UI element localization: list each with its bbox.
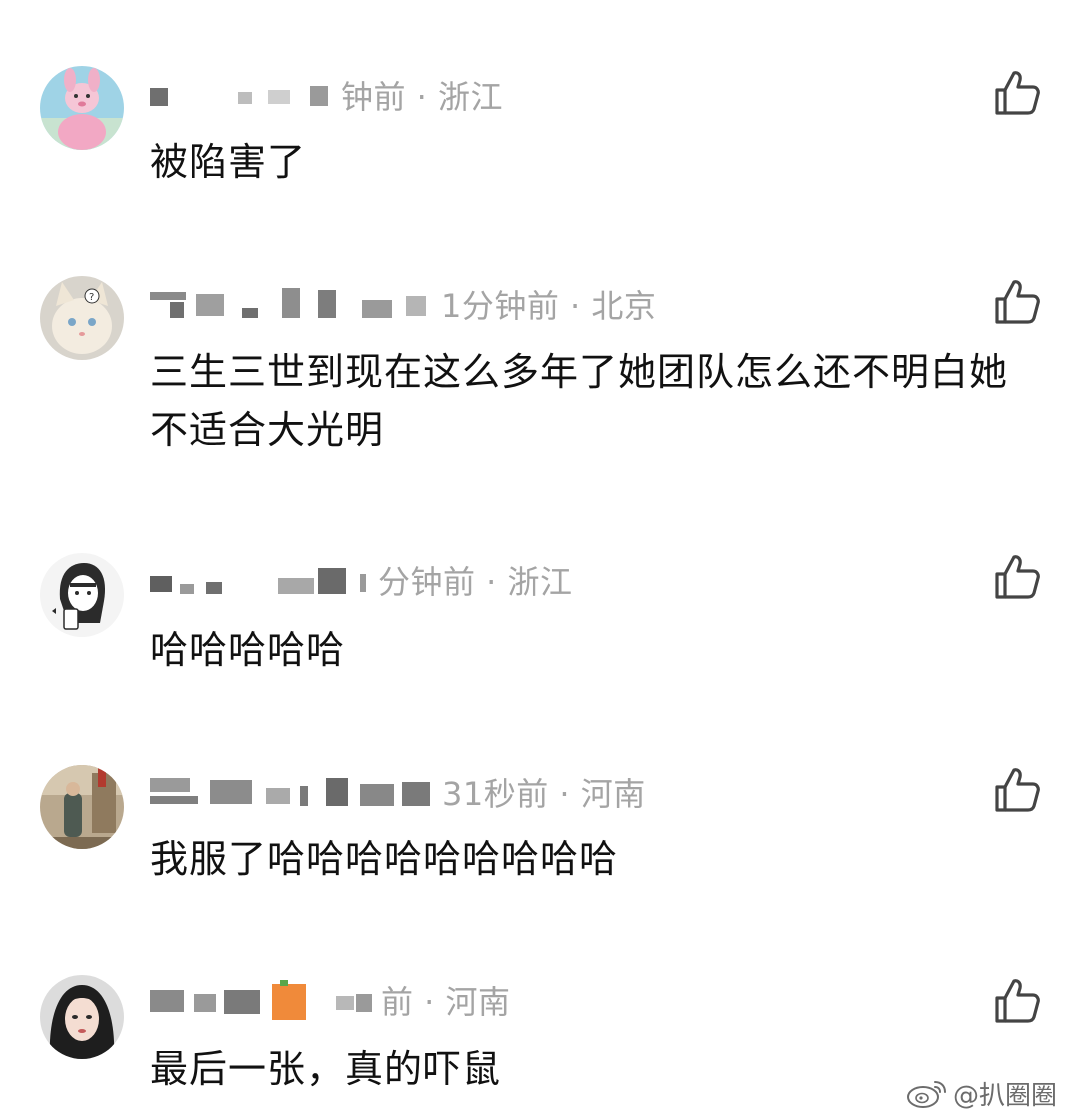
comment-meta: 分钟前 · 浙江 [150,558,573,602]
comment-time-location: 1分钟前 · 北京 [441,287,657,325]
comment-text: 三生三世到现在这么多年了她团队怎么还不明白她不适合大光明 [150,350,1009,452]
avatar[interactable] [40,553,124,637]
blurred-username [150,80,335,110]
comment-time-location: 分钟前 · 浙江 [378,563,573,601]
thumbs-up-icon [995,555,1040,599]
thumbs-up-icon [995,280,1040,324]
avatar[interactable] [40,765,124,849]
thumbs-up-icon [995,979,1040,1023]
blurred-username [150,980,375,1020]
like-button[interactable] [992,552,1042,602]
svg-text:?: ? [89,292,94,303]
comment-time-location: 钟前 · 浙江 [341,78,504,116]
like-button[interactable] [992,765,1042,815]
comment-text: 被陷害了 [150,140,307,184]
blurred-username [150,286,435,322]
weibo-logo-icon [907,1081,946,1108]
blurred-username [150,562,372,598]
avatar[interactable] [40,975,124,1059]
comment-meta: 钟前 · 浙江 [150,73,503,117]
watermark-text: @扒圈圈 [953,1080,1058,1111]
watermark: @扒圈圈 [905,1075,1057,1111]
comment-text: 哈哈哈哈哈 [150,628,346,672]
comment-meta: 31秒前 · 河南 [150,770,646,814]
like-button[interactable] [992,68,1042,118]
avatar[interactable]: ? [40,276,124,360]
blurred-username [150,774,436,810]
like-button[interactable] [992,277,1042,327]
comment-time-location: 31秒前 · 河南 [442,775,646,813]
avatar[interactable] [40,66,124,150]
comment-time-location: 前 · 河南 [381,983,511,1021]
comment-meta: 1分钟前 · 北京 [150,282,656,326]
like-button[interactable] [992,976,1042,1026]
comment-meta: 前 · 河南 [150,978,511,1022]
thumbs-up-icon [995,768,1040,812]
thumbs-up-icon [995,71,1040,115]
comment-text: 我服了哈哈哈哈哈哈哈哈哈 [150,837,619,881]
